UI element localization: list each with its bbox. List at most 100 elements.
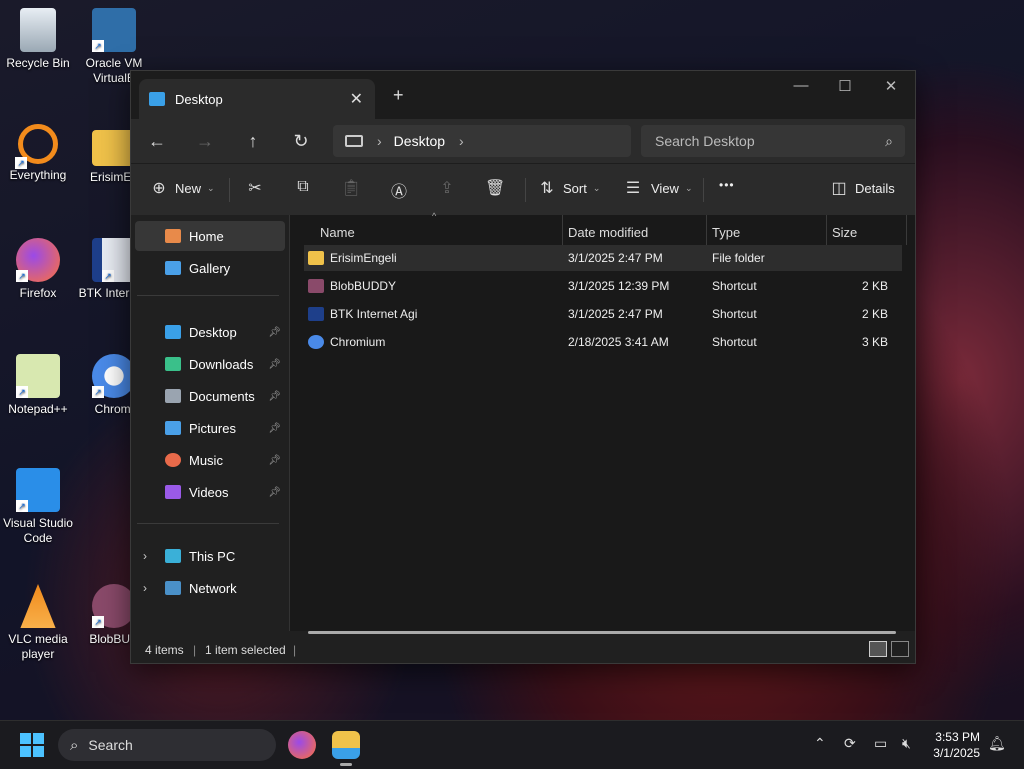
sidebar-item-label: Home [189, 228, 224, 244]
address-bar[interactable]: › Desktop › [333, 125, 631, 157]
sidebar-item-downloads[interactable]: Downloads 📌︎ [135, 349, 285, 379]
sidebar-item-label: Pictures [189, 420, 236, 436]
details-view-button[interactable] [869, 641, 887, 657]
sync-icon[interactable]: ⟳ [844, 735, 856, 752]
file-explorer-icon[interactable] [332, 731, 360, 759]
desktop-icon-everything[interactable]: ↗ Everything [0, 124, 76, 183]
desktop-icon-vlc[interactable]: VLC media player [0, 584, 76, 662]
desktop-icon-firefox[interactable]: ↗ Firefox [0, 238, 76, 301]
file-date: 3/1/2025 2:47 PM [568, 307, 663, 321]
shortcut-arrow-icon: ↗ [92, 616, 104, 628]
file-size: 2 KB [861, 279, 888, 293]
desktop-icon-notepadpp[interactable]: ↗ Notepad++ [0, 354, 76, 417]
delete-button[interactable]: 🗑︎ [485, 178, 505, 198]
sidebar-item-label: Videos [189, 484, 229, 500]
view-list-icon: ☰ [625, 180, 641, 197]
close-tab-icon[interactable]: ✕ [350, 89, 363, 109]
virtualbox-icon: ↗ [92, 8, 136, 52]
sidebar-item-label: Desktop [189, 324, 237, 340]
tab-desktop[interactable]: Desktop ✕ [139, 79, 375, 119]
column-divider[interactable] [706, 215, 707, 245]
breadcrumb-desktop[interactable]: Desktop [394, 133, 445, 149]
share-icon: ⇪ [440, 180, 454, 197]
desktop-folder-icon [149, 92, 165, 106]
sidebar-item-label: Network [189, 580, 237, 596]
volume-muted-icon[interactable]: 🔇︎ [902, 735, 911, 752]
table-row[interactable]: BlobBUDDY 3/1/2025 12:39 PM Shortcut 2 K… [304, 273, 902, 299]
details-button[interactable]: ◫ Details [829, 178, 894, 198]
pin-icon: 📌︎ [268, 422, 281, 434]
desktop-icon-vscode[interactable]: ↗ Visual Studio Code [0, 468, 76, 546]
sidebar-item-pictures[interactable]: Pictures 📌︎ [135, 413, 285, 443]
refresh-button[interactable]: ↻ [289, 129, 313, 153]
column-header-date[interactable]: Date modified [568, 221, 648, 245]
sidebar-item-desktop[interactable]: Desktop 📌︎ [135, 317, 285, 347]
file-type: Shortcut [712, 307, 757, 321]
start-button[interactable] [20, 733, 44, 757]
table-row[interactable]: BTK Internet Agi 3/1/2025 2:47 PM Shortc… [304, 301, 902, 327]
home-icon [165, 229, 181, 243]
clock[interactable]: 3:53 PM 3/1/2025 [933, 729, 980, 761]
rename-button[interactable]: Ⓐ [389, 178, 409, 202]
network-icon[interactable]: ▭ [874, 735, 887, 752]
sidebar-item-music[interactable]: Music 📌︎ [135, 445, 285, 475]
copy-button[interactable]: ⧉ [293, 178, 313, 196]
chevron-up-icon[interactable]: ⌃ [814, 735, 826, 752]
new-button[interactable]: ⊕ New ⌄ [149, 178, 214, 198]
pictures-icon [165, 421, 181, 435]
minimize-button[interactable]: — [779, 77, 823, 94]
shortcut-arrow-icon: ↗ [92, 40, 104, 52]
view-button[interactable]: ☰ View ⌄ [623, 178, 693, 198]
up-button[interactable]: ↑ [241, 129, 265, 153]
search-input[interactable]: Search Desktop ⌕ [641, 125, 905, 157]
column-header-name[interactable]: Name [320, 221, 355, 245]
status-divider: | [293, 643, 297, 657]
forward-button[interactable]: → [193, 129, 217, 153]
table-row[interactable]: Chromium 2/18/2025 3:41 AM Shortcut 3 KB [304, 329, 902, 355]
maximize-button[interactable]: ☐ [823, 77, 867, 95]
column-divider[interactable] [906, 215, 907, 245]
column-header-type[interactable]: Type [712, 221, 740, 245]
pin-icon: 📌︎ [268, 486, 281, 498]
sidebar-item-network[interactable]: › Network [135, 573, 285, 603]
notification-bell-icon[interactable]: 🔔︎ [988, 735, 1006, 752]
back-button[interactable]: ← [145, 129, 169, 153]
sidebar-item-gallery[interactable]: Gallery [135, 253, 285, 283]
chevron-right-icon[interactable]: › [143, 581, 147, 595]
taskbar-search[interactable]: ⌕ Search [58, 729, 276, 761]
desktop-icon-recycle-bin[interactable]: Recycle Bin [0, 8, 76, 71]
search-icon: ⌕ [70, 736, 79, 754]
more-icon: ••• [719, 178, 735, 192]
sort-label: Sort [563, 180, 587, 196]
paste-button[interactable]: 📋︎ [341, 178, 361, 198]
column-divider[interactable] [562, 215, 563, 245]
close-button[interactable]: ✕ [869, 77, 913, 95]
firefox-icon[interactable] [288, 731, 316, 759]
sort-button[interactable]: ⇅ Sort ⌄ [537, 178, 600, 198]
sidebar-item-this-pc[interactable]: › This PC [135, 541, 285, 571]
pin-icon: 📌︎ [268, 390, 281, 402]
videos-icon [165, 485, 181, 499]
table-row[interactable]: ErisimEngeli 3/1/2025 2:47 PM File folde… [304, 245, 902, 271]
chevron-right-icon[interactable]: › [143, 549, 147, 563]
share-button[interactable]: ⇪ [437, 178, 457, 198]
cut-button[interactable]: ✂ [245, 178, 265, 198]
file-explorer-window: Desktop ✕ + — ☐ ✕ ← → ↑ ↻ › Desktop › Se… [130, 70, 916, 664]
status-bar: 4 items | 1 item selected | [131, 631, 915, 663]
sidebar-item-home[interactable]: Home [135, 221, 285, 251]
blobbuddy-icon [308, 279, 324, 293]
shortcut-arrow-icon: ↗ [102, 270, 114, 282]
sidebar-item-documents[interactable]: Documents 📌︎ [135, 381, 285, 411]
desktop-folder-icon [165, 325, 181, 339]
new-tab-button[interactable]: + [393, 85, 404, 106]
more-options-button[interactable]: ••• [719, 178, 735, 192]
document-icon [165, 389, 181, 403]
file-date: 3/1/2025 12:39 PM [568, 279, 670, 293]
tiles-view-button[interactable] [891, 641, 909, 657]
windows-logo-tile [20, 733, 31, 744]
clock-time: 3:53 PM [935, 730, 980, 744]
chevron-right-icon[interactable]: › [459, 133, 464, 149]
sidebar-item-videos[interactable]: Videos 📌︎ [135, 477, 285, 507]
column-divider[interactable] [826, 215, 827, 245]
column-header-size[interactable]: Size [832, 221, 857, 245]
